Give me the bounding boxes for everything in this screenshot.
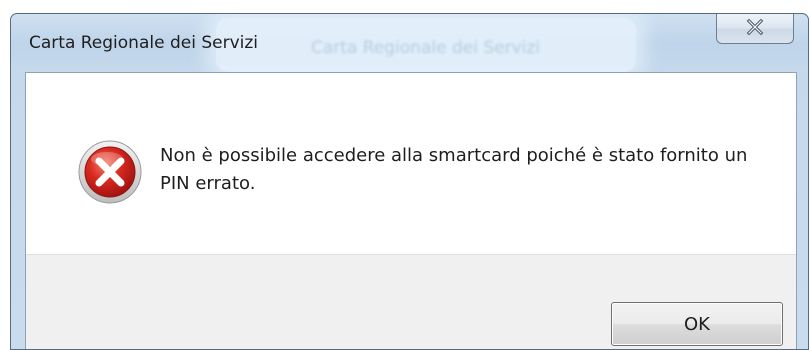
dialog-client-area: Non è possibile accedere alla smartcard … — [25, 72, 797, 349]
close-x-icon — [744, 18, 766, 40]
error-dialog: Carta Regionale dei Servizi Carta Region… — [10, 13, 809, 350]
dialog-title: Carta Regionale dei Servizi — [29, 33, 259, 53]
error-icon — [77, 139, 143, 205]
ok-button[interactable]: OK — [611, 302, 783, 346]
close-button[interactable] — [716, 14, 794, 44]
message-area: Non è possibile accedere alla smartcard … — [26, 73, 796, 254]
background-window-title: Carta Regionale dei Servizi — [311, 38, 541, 58]
button-bar: OK — [26, 254, 796, 349]
error-message: Non è possibile accedere alla smartcard … — [160, 145, 748, 194]
